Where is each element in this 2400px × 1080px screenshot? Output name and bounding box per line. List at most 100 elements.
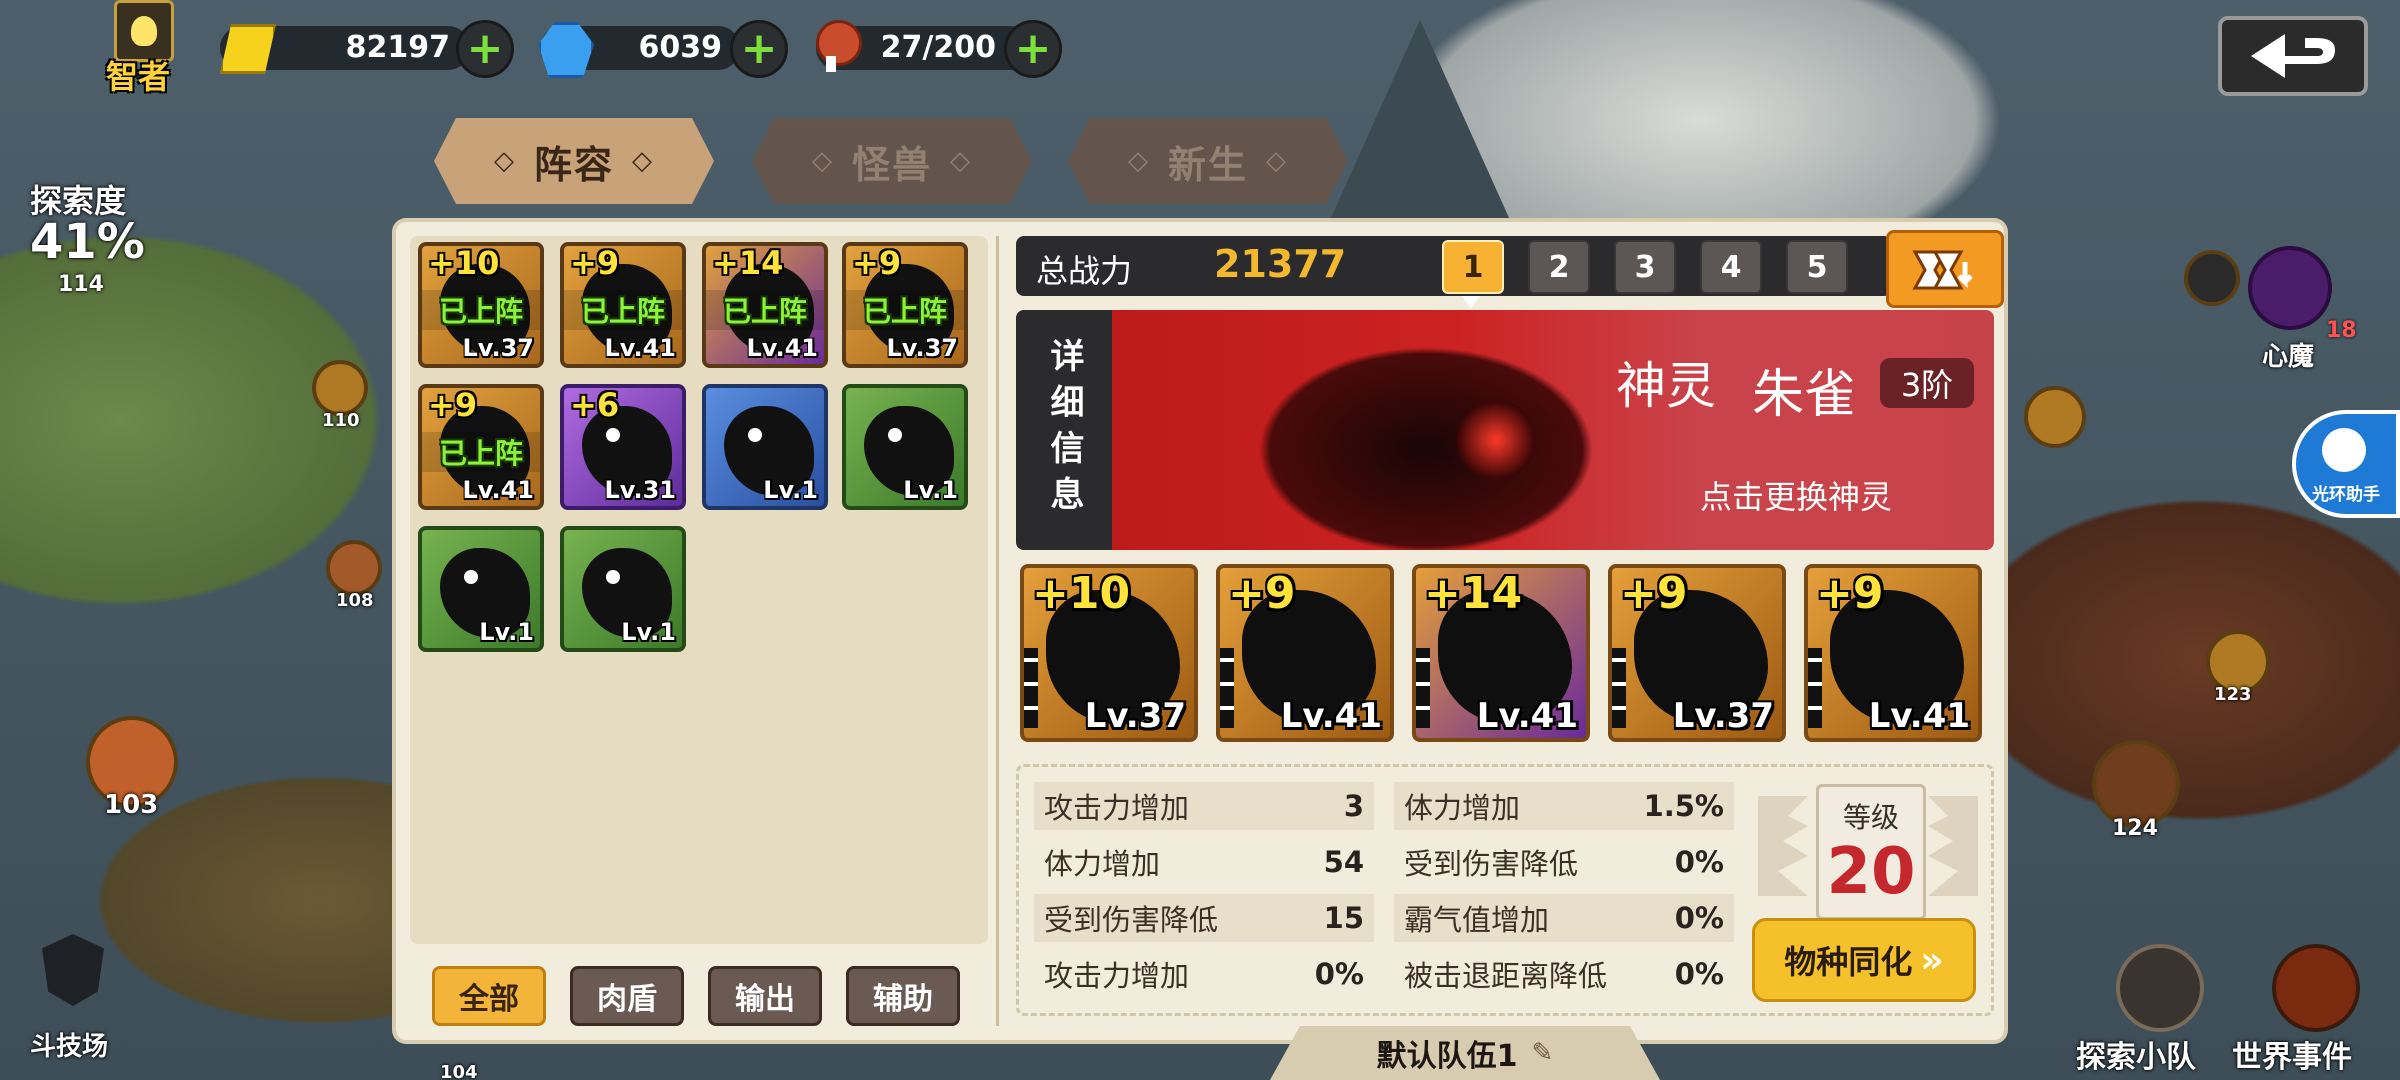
stat-value: 3 — [1343, 789, 1364, 823]
card-level: Lv.41 — [746, 334, 819, 362]
sort-button[interactable] — [1886, 230, 2004, 308]
detail-info-tab[interactable]: 详细信息 — [1016, 310, 1112, 550]
tab-decoration-icon: ◇ — [1266, 146, 1288, 176]
add-gem-button[interactable]: + — [730, 20, 788, 78]
rank-diamond-icon — [1416, 648, 1430, 728]
roster-card[interactable]: +9 已上阵 Lv.41 — [418, 384, 544, 510]
filter-support-button[interactable]: 辅助 — [846, 966, 960, 1026]
roster-card[interactable]: +6 Lv.31 — [560, 384, 686, 510]
team-member-card[interactable]: +9 Lv.41 — [1216, 564, 1394, 742]
deployed-label: 已上阵 — [422, 432, 540, 472]
add-stamina-button[interactable]: + — [1004, 20, 1062, 78]
tab-newborn-label: 新生 — [1167, 142, 1248, 187]
explore-team-button[interactable]: 探索小队 — [2076, 944, 2226, 1075]
card-level: Lv.31 — [604, 476, 677, 504]
map-node-number: 124 — [2112, 816, 2158, 841]
team-slot-4[interactable]: 4 — [1700, 240, 1762, 294]
stat-label: 体力增加 — [1404, 791, 1521, 825]
arena-icon — [42, 934, 104, 1006]
member-level: Lv.41 — [1476, 696, 1578, 736]
sort-down-icon — [1912, 250, 1973, 290]
explore-team-icon — [2116, 944, 2204, 1032]
team-member-card[interactable]: +14 Lv.41 — [1412, 564, 1590, 742]
deployed-label: 已上阵 — [846, 290, 964, 330]
rank-diamond-icon — [1024, 648, 1038, 728]
explore-degree-number: 114 — [58, 272, 104, 297]
card-plus-level: +14 — [712, 244, 784, 282]
rank-diamond-icon — [1808, 648, 1822, 728]
stat-value: 0% — [1674, 957, 1724, 991]
map-node[interactable] — [2024, 386, 2086, 448]
roster-card[interactable]: +9 已上阵 Lv.37 — [842, 242, 968, 368]
card-level: Lv.1 — [763, 476, 818, 504]
member-plus-level: +9 — [1816, 568, 1884, 619]
plus-icon: + — [466, 23, 504, 74]
stat-value: 0% — [1674, 901, 1724, 935]
monster-eye — [606, 570, 620, 584]
team-slot-1[interactable]: 1 — [1442, 240, 1504, 294]
card-plus-level: +6 — [570, 386, 620, 424]
deity-change-hint: 点击更换神灵 — [1700, 478, 1893, 516]
stat-label: 受到伤害降低 — [1044, 903, 1219, 937]
species-sync-button[interactable]: 物种同化 » — [1752, 918, 1976, 1002]
tab-newborn[interactable]: ◇ 新生 ◇ — [1068, 118, 1348, 204]
species-sync-label: 物种同化 — [1784, 943, 1913, 981]
deity-prefix: 神灵 — [1616, 357, 1716, 415]
tab-lineup[interactable]: ◇ 阵容 ◇ — [434, 118, 714, 204]
team-member-card[interactable]: +9 Lv.37 — [1608, 564, 1786, 742]
arena-button[interactable]: 斗技场 — [26, 934, 122, 1062]
roster-card[interactable]: Lv.1 — [842, 384, 968, 510]
stat-label: 霸气值增加 — [1404, 903, 1550, 937]
roster-card[interactable]: +9 已上阵 Lv.41 — [560, 242, 686, 368]
map-node[interactable] — [312, 360, 368, 416]
stat-label: 体力增加 — [1044, 847, 1161, 881]
team-member-card[interactable]: +10 Lv.37 — [1020, 564, 1198, 742]
team-slot-2[interactable]: 2 — [1528, 240, 1590, 294]
tab-decoration-icon: ◇ — [632, 146, 654, 176]
gem-value: 6039 — [638, 30, 723, 65]
stat-row: 被击退距离降低 0% — [1394, 950, 1734, 998]
map-node[interactable] — [326, 540, 382, 596]
monster-eye — [748, 428, 762, 442]
member-plus-level: +9 — [1620, 568, 1688, 619]
meat-icon — [816, 20, 862, 66]
card-level: Lv.41 — [462, 476, 535, 504]
explore-degree-panel[interactable]: 探索度 41% 114 — [0, 168, 150, 298]
rank-badge[interactable]: 智者 — [98, 0, 184, 96]
species-level-box: 等级 20 — [1816, 784, 1926, 920]
meat-bone-icon — [826, 56, 836, 72]
card-plus-level: +10 — [428, 244, 500, 282]
card-level: Lv.1 — [903, 476, 958, 504]
roster-card[interactable]: Lv.1 — [702, 384, 828, 510]
roster-card[interactable]: +10 已上阵 Lv.37 — [418, 242, 544, 368]
filter-damage-button[interactable]: 输出 — [708, 966, 822, 1026]
member-level: Lv.37 — [1084, 696, 1186, 736]
filter-tank-button[interactable]: 肉盾 — [570, 966, 684, 1026]
heart-demon-button[interactable]: 18 心魔 — [2226, 236, 2357, 372]
team-member-card[interactable]: +9 Lv.41 — [1804, 564, 1982, 742]
member-plus-level: +10 — [1032, 568, 1131, 619]
stat-label: 受到伤害降低 — [1404, 847, 1579, 881]
roster-card[interactable]: Lv.1 — [418, 526, 544, 652]
member-plus-level: +14 — [1424, 568, 1523, 619]
team-slot-3[interactable]: 3 — [1614, 240, 1676, 294]
team-name-tab[interactable]: 默认队伍1 ✎ — [1270, 1026, 1660, 1080]
add-gold-button[interactable]: + — [456, 20, 514, 78]
filter-all-button[interactable]: 全部 — [432, 966, 546, 1026]
map-node[interactable] — [2092, 740, 2180, 828]
stat-label: 被击退距离降低 — [1404, 959, 1608, 993]
back-button[interactable] — [2218, 16, 2368, 96]
team-name-label: 默认队伍1 — [1376, 1039, 1518, 1074]
card-level: Lv.37 — [462, 334, 535, 362]
world-event-button[interactable]: 世界事件 — [2232, 944, 2382, 1075]
deity-banner[interactable]: 神灵 朱雀 3阶 点击更换神灵 — [1016, 310, 1994, 550]
tab-monsters[interactable]: ◇ 怪兽 ◇ — [752, 118, 1032, 204]
member-level: Lv.41 — [1868, 696, 1970, 736]
world-event-icon — [2272, 944, 2360, 1032]
monster-eye — [606, 428, 620, 442]
roster-card[interactable]: +14 已上阵 Lv.41 — [702, 242, 828, 368]
team-slot-5[interactable]: 5 — [1786, 240, 1848, 294]
assistant-float-button[interactable]: 光环助手 — [2292, 410, 2400, 518]
roster-card[interactable]: Lv.1 — [560, 526, 686, 652]
deity-rank-badge: 3阶 — [1880, 358, 1974, 408]
